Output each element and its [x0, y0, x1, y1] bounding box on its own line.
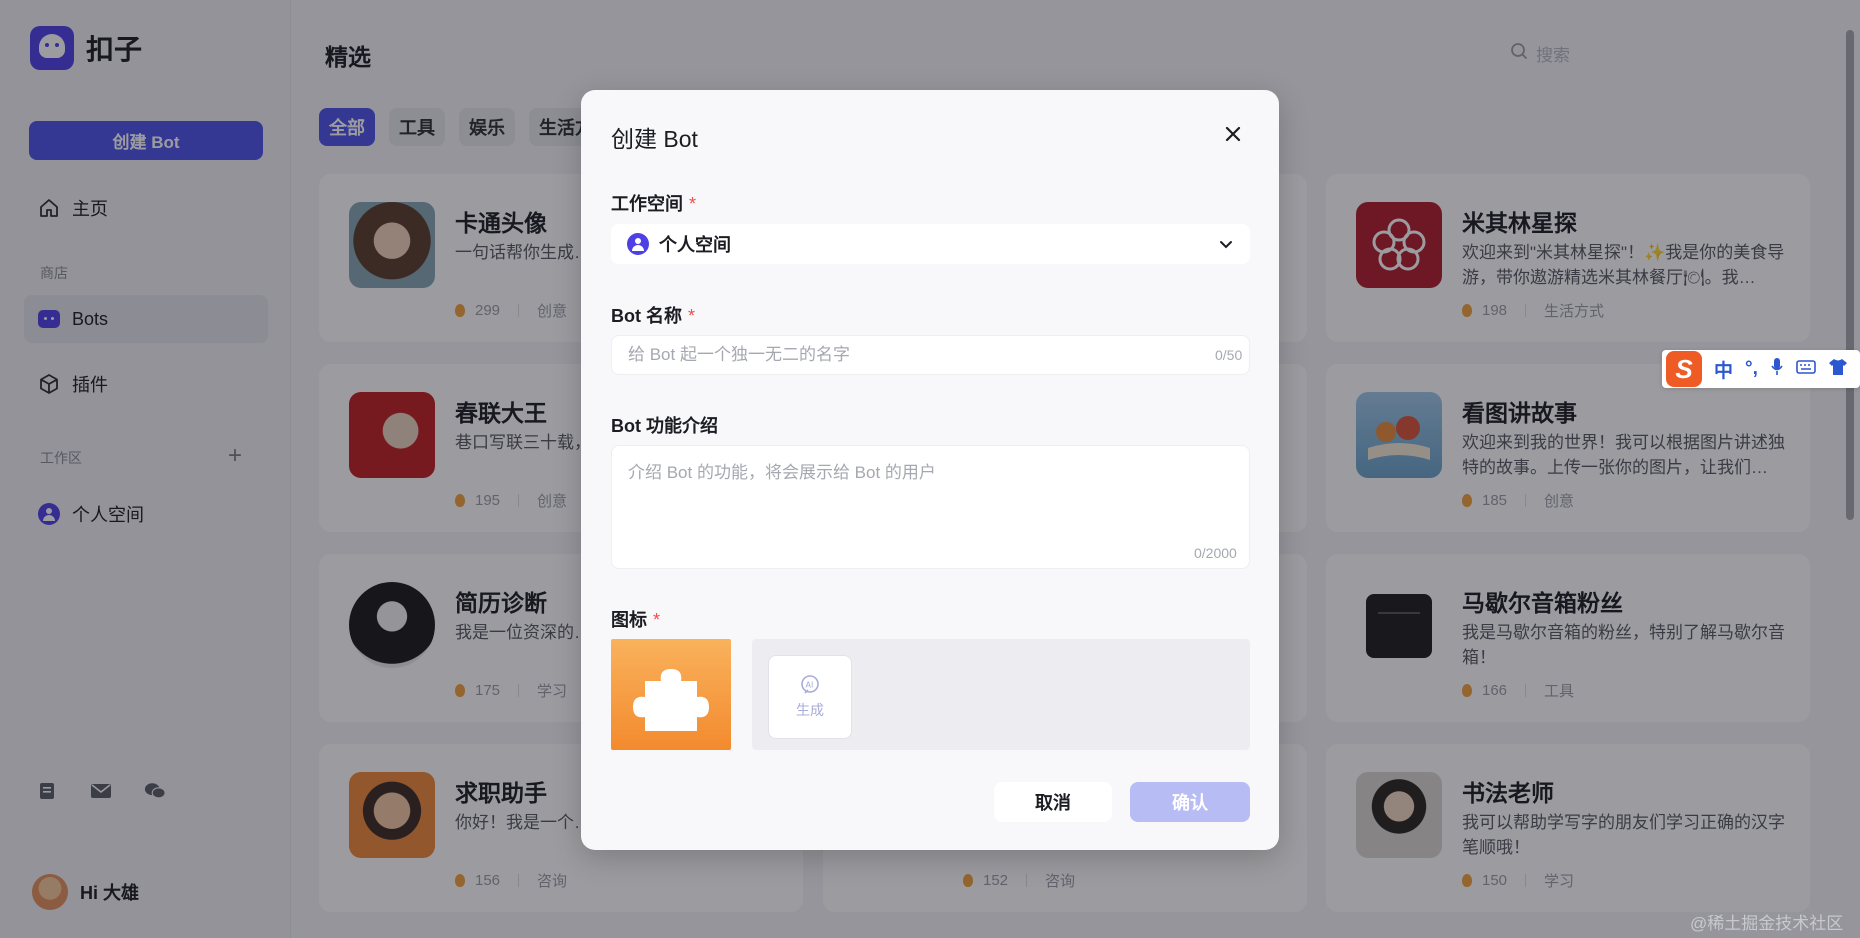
confirm-button[interactable]: 确认	[1130, 782, 1250, 822]
svg-text:AI: AI	[806, 681, 814, 690]
person-icon	[627, 233, 649, 255]
microphone-icon[interactable]	[1770, 357, 1784, 382]
icon-label: 图标 *	[611, 610, 661, 630]
bot-description-label: Bot 功能介绍	[611, 416, 718, 436]
icon-generator-area: AI 生成	[752, 639, 1250, 750]
ai-icon: AI	[801, 675, 819, 694]
cancel-button[interactable]: 取消	[994, 782, 1112, 822]
dialog-title: 创建 Bot	[611, 126, 698, 152]
bot-icon-preview[interactable]	[611, 639, 731, 750]
puzzle-icon	[633, 669, 709, 731]
required-mark: *	[688, 306, 696, 326]
workspace-label: 工作空间 *	[611, 194, 697, 214]
watermark: @稀土掘金技术社区	[1690, 914, 1844, 933]
workspace-selected-value: 个人空间	[659, 235, 731, 255]
ime-mode-toggle[interactable]: 中	[1714, 356, 1733, 383]
bot-description-counter: 0/2000	[1194, 545, 1237, 561]
required-mark: *	[689, 194, 697, 214]
ai-generate-button[interactable]: AI 生成	[768, 655, 852, 739]
sogou-logo-icon[interactable]: S	[1666, 351, 1702, 387]
bot-name-counter: 0/50	[1215, 347, 1243, 363]
generate-label: 生成	[796, 702, 824, 718]
create-bot-dialog: 创建 Bot 工作空间* 个人空间 Bot 名称* 0/50 Bot 功能介绍 …	[581, 90, 1279, 850]
close-button[interactable]	[1219, 120, 1247, 148]
required-mark: *	[653, 610, 661, 630]
bot-name-input[interactable]	[611, 335, 1250, 375]
workspace-select[interactable]: 个人空间	[611, 224, 1250, 264]
bot-name-label: Bot 名称 *	[611, 306, 696, 326]
close-icon	[1225, 126, 1241, 142]
chevron-down-icon	[1220, 241, 1232, 249]
keyboard-icon[interactable]	[1796, 359, 1816, 380]
skin-icon[interactable]	[1828, 358, 1848, 381]
ime-toolbar: S 中 °,	[1662, 350, 1860, 388]
bot-description-input[interactable]	[611, 445, 1250, 569]
ime-punctuation-toggle[interactable]: °,	[1745, 358, 1758, 380]
